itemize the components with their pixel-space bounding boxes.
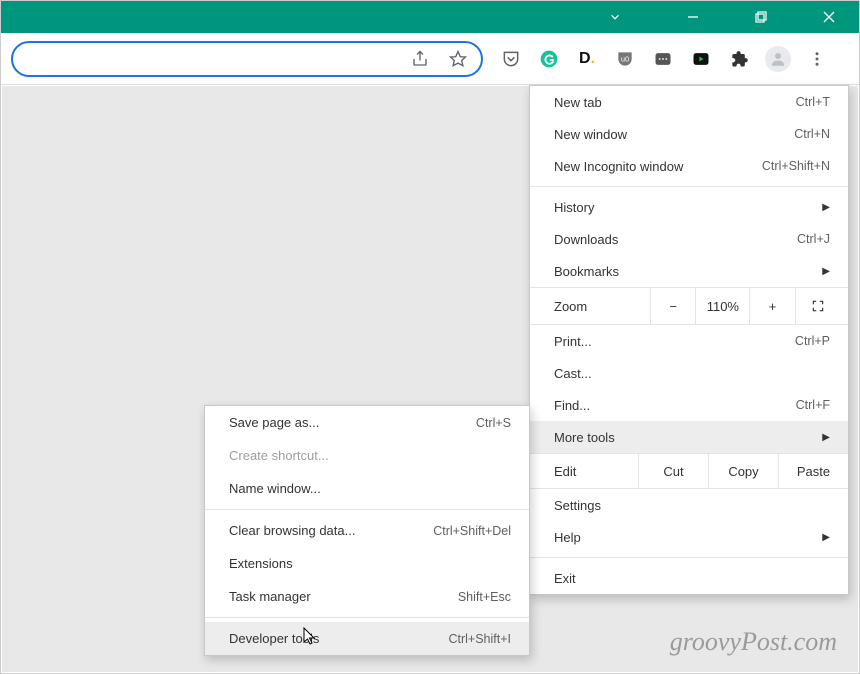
menu-exit[interactable]: Exit: [530, 562, 848, 594]
menu-label: More tools: [554, 430, 615, 445]
profile-avatar[interactable]: [765, 46, 791, 72]
menu-find[interactable]: Find... Ctrl+F: [530, 389, 848, 421]
submenu-arrow-icon: ▶: [822, 432, 830, 443]
ext-media-icon[interactable]: [689, 47, 713, 71]
submenu-arrow-icon: ▶: [822, 202, 830, 213]
menu-label: Bookmarks: [554, 264, 619, 279]
menu-label: History: [554, 200, 594, 215]
menu-new-tab[interactable]: New tab Ctrl+T: [530, 86, 848, 118]
zoom-out-button[interactable]: −: [650, 288, 695, 324]
menu-label: Create shortcut...: [229, 448, 329, 463]
submenu-save-page[interactable]: Save page as... Ctrl+S: [205, 406, 529, 439]
menu-label: Developer tools: [229, 631, 319, 646]
menu-label: Extensions: [229, 556, 293, 571]
chrome-menu: New tab Ctrl+T New window Ctrl+N New Inc…: [529, 85, 849, 595]
menu-help[interactable]: Help ▶: [530, 521, 848, 553]
paste-button[interactable]: Paste: [778, 454, 848, 488]
submenu-arrow-icon: ▶: [822, 266, 830, 277]
submenu-extensions[interactable]: Extensions: [205, 547, 529, 580]
menu-zoom-row: Zoom − 110% +: [530, 287, 848, 325]
menu-shortcut: Ctrl+T: [796, 95, 830, 109]
star-icon[interactable]: [449, 50, 467, 68]
zoom-in-button[interactable]: +: [749, 288, 794, 324]
menu-shortcut: Ctrl+J: [797, 232, 830, 246]
menu-shortcut: Ctrl+S: [476, 416, 511, 430]
submenu-task-manager[interactable]: Task manager Shift+Esc: [205, 580, 529, 613]
menu-label: Downloads: [554, 232, 618, 247]
menu-downloads[interactable]: Downloads Ctrl+J: [530, 223, 848, 255]
share-icon[interactable]: [411, 50, 429, 68]
menu-settings[interactable]: Settings: [530, 489, 848, 521]
menu-more-tools[interactable]: More tools ▶: [530, 421, 848, 453]
menu-label: New window: [554, 127, 627, 142]
titlebar: [1, 1, 859, 33]
menu-label: Save page as...: [229, 415, 319, 430]
extensions-puzzle-icon[interactable]: [727, 47, 751, 71]
maximize-button[interactable]: [741, 1, 781, 33]
menu-label: Print...: [554, 334, 592, 349]
edit-label: Edit: [530, 464, 638, 479]
omnibox[interactable]: [11, 41, 483, 77]
pocket-icon[interactable]: [499, 47, 523, 71]
svg-text:u0: u0: [621, 54, 629, 63]
menu-print[interactable]: Print... Ctrl+P: [530, 325, 848, 357]
menu-separator: [205, 509, 529, 510]
menu-label: Clear browsing data...: [229, 523, 355, 538]
menu-shortcut: Ctrl+Shift+Del: [433, 524, 511, 538]
menu-separator: [530, 557, 848, 558]
menu-label: Name window...: [229, 481, 321, 496]
menu-label: Task manager: [229, 589, 311, 604]
close-button[interactable]: [809, 1, 849, 33]
fullscreen-button[interactable]: [795, 288, 840, 324]
ext-slides-icon[interactable]: [651, 47, 675, 71]
menu-shortcut: Ctrl+F: [796, 398, 830, 412]
menu-history[interactable]: History ▶: [530, 191, 848, 223]
menu-new-incognito[interactable]: New Incognito window Ctrl+Shift+N: [530, 150, 848, 182]
submenu-name-window[interactable]: Name window...: [205, 472, 529, 505]
menu-label: New tab: [554, 95, 602, 110]
tab-dropdown-icon[interactable]: [595, 1, 635, 33]
submenu-clear-browsing[interactable]: Clear browsing data... Ctrl+Shift+Del: [205, 514, 529, 547]
menu-label: Settings: [554, 498, 601, 513]
more-tools-submenu: Save page as... Ctrl+S Create shortcut..…: [204, 405, 530, 656]
menu-edit-row: Edit Cut Copy Paste: [530, 453, 848, 489]
minimize-button[interactable]: [673, 1, 713, 33]
submenu-create-shortcut: Create shortcut...: [205, 439, 529, 472]
menu-cast[interactable]: Cast...: [530, 357, 848, 389]
browser-window: D. u0 New tab Ctrl+T: [0, 0, 860, 674]
zoom-value: 110%: [695, 288, 749, 324]
extensions-row: D. u0: [499, 46, 829, 72]
menu-shortcut: Ctrl+Shift+N: [762, 159, 830, 173]
menu-new-window[interactable]: New window Ctrl+N: [530, 118, 848, 150]
menu-shortcut: Ctrl+P: [795, 334, 830, 348]
copy-button[interactable]: Copy: [708, 454, 778, 488]
grammarly-icon[interactable]: [537, 47, 561, 71]
menu-shortcut: Ctrl+N: [794, 127, 830, 141]
menu-label: Exit: [554, 571, 576, 586]
menu-separator: [530, 186, 848, 187]
menu-label: Help: [554, 530, 581, 545]
kebab-menu-icon[interactable]: [805, 47, 829, 71]
zoom-label: Zoom: [554, 299, 650, 314]
menu-bookmarks[interactable]: Bookmarks ▶: [530, 255, 848, 287]
menu-label: Find...: [554, 398, 590, 413]
watermark: groovyPost.com: [670, 627, 837, 657]
ublock-icon[interactable]: u0: [613, 47, 637, 71]
submenu-arrow-icon: ▶: [822, 532, 830, 543]
toolbar: D. u0: [1, 33, 859, 85]
cut-button[interactable]: Cut: [638, 454, 708, 488]
menu-shortcut: Shift+Esc: [458, 590, 511, 604]
menu-shortcut: Ctrl+Shift+I: [448, 632, 511, 646]
submenu-developer-tools[interactable]: Developer tools Ctrl+Shift+I: [205, 622, 529, 655]
menu-label: New Incognito window: [554, 159, 683, 174]
ext-d-icon[interactable]: D.: [575, 47, 599, 71]
menu-separator: [205, 617, 529, 618]
menu-label: Cast...: [554, 366, 592, 381]
